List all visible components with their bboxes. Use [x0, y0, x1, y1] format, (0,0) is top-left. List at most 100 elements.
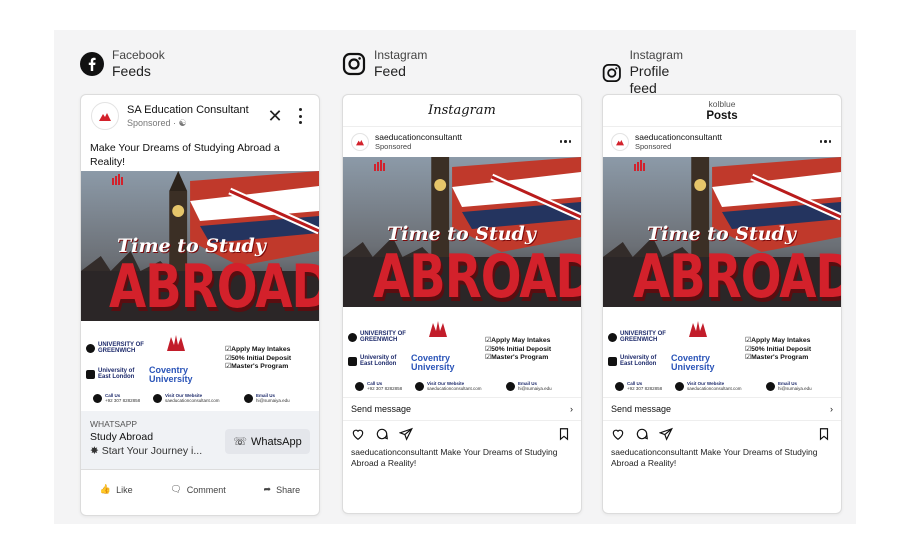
contact-call: Call Us +92 307 8282858: [93, 393, 140, 403]
send-message-bar[interactable]: Send message ›: [343, 397, 581, 421]
coventry-logo: Coventry University: [671, 353, 715, 372]
primary-text: Make Your Dreams of Studying Abroad a Re…: [90, 142, 280, 168]
brand-logo-icon: [99, 113, 111, 121]
university-crest-icon: [167, 335, 185, 351]
benefit-item: Apply May Intakes: [745, 337, 810, 344]
ad-creative[interactable]: Time to Study ABROAD UNIVERSITY OF GREEN…: [603, 157, 841, 397]
ad-creative[interactable]: Time to Study ABROAD UNIVERSITY OF GREEN…: [343, 157, 581, 397]
facebook-icon: [80, 52, 104, 76]
greenwich-logo: UNIVERSITY OF GREENWICH: [348, 331, 410, 343]
send-message-label: Send message: [351, 404, 412, 414]
page-name[interactable]: SA Education Consultant: [127, 104, 249, 117]
benefit-item: 50% Initial Deposit: [745, 346, 811, 353]
creative-big-title: ABROAD: [109, 252, 319, 322]
more-options-icon[interactable]: [819, 140, 831, 143]
comment-icon[interactable]: [635, 427, 649, 441]
benefit-item: Master's Program: [745, 354, 808, 361]
instagram-wordmark: Instagram: [428, 103, 496, 118]
ad-creative[interactable]: Time to Study ABROAD UNIVERSITY OF GREEN…: [81, 171, 319, 411]
whatsapp-button[interactable]: ☏ WhatsApp: [225, 429, 310, 454]
more-options-icon[interactable]: [297, 108, 303, 124]
ig-top-bar: Instagram: [343, 95, 581, 127]
page-avatar[interactable]: [351, 133, 369, 151]
contact-website: Visit Our Website saeducationconsultant.c…: [153, 393, 220, 403]
contact-call: Call Us +92 307 8282858: [615, 381, 662, 391]
page-avatar[interactable]: [91, 102, 119, 130]
send-message-label: Send message: [611, 404, 672, 414]
close-icon[interactable]: ✕: [267, 107, 283, 125]
benefit-item: 50% Initial Deposit: [485, 346, 551, 353]
fb-post-header: SA Education Consultant Sponsored · ☯ ✕: [81, 95, 319, 137]
uel-logo: University of East London: [348, 355, 410, 367]
cta-description: Start Your Journey i...: [101, 445, 203, 457]
more-options-icon[interactable]: [559, 140, 571, 143]
share-button[interactable]: ➦ Share: [264, 484, 301, 495]
instagram-icon: [342, 52, 366, 76]
bookmark-icon[interactable]: [557, 427, 571, 441]
sponsored-label: Sponsored: [635, 142, 672, 151]
benefit-item: Apply May Intakes: [485, 337, 550, 344]
platform-name: Instagram: [374, 48, 428, 62]
uel-logo: University of East London: [86, 368, 148, 380]
benefits-list: Apply May Intakes 50% Initial Deposit Ma…: [225, 346, 291, 372]
placement-name: Profile feed: [629, 63, 670, 96]
benefits-list: Apply May Intakes 50% Initial Deposit Ma…: [485, 337, 551, 363]
post-caption: saeducationconsultantt Make Your Dreams …: [343, 447, 581, 469]
heart-icon[interactable]: [611, 427, 625, 441]
benefit-item: Apply May Intakes: [225, 346, 290, 353]
benefit-item: Master's Program: [225, 363, 288, 370]
chevron-right-icon: ›: [830, 404, 833, 414]
benefit-item: Master's Program: [485, 354, 548, 361]
contact-email: Email Us hi@sumaiya.edu: [244, 393, 290, 403]
contact-website: Visit Our Website saeducationconsultant.c…: [415, 381, 482, 391]
account-handle[interactable]: saeducationconsultantt: [635, 132, 722, 142]
contact-email: Email Us hi@sumaiya.edu: [506, 381, 552, 391]
uel-logo: University of East London: [608, 355, 670, 367]
cta-bar[interactable]: WHATSAPP Study Abroad ✸ Start Your Journ…: [81, 411, 319, 469]
platform-name: Facebook: [112, 48, 165, 62]
send-icon[interactable]: [659, 427, 673, 441]
creative-big-title: ABROAD: [633, 242, 841, 312]
sparkle-icon: ✸: [90, 445, 99, 457]
university-crest-icon: [429, 321, 447, 337]
brand-logo-icon: [616, 140, 624, 146]
page-avatar[interactable]: [611, 133, 629, 151]
caption-username: saeducationconsultantt: [611, 447, 698, 457]
placement-header-instagram-feed: Instagram Feed: [342, 48, 427, 80]
instagram-feed-ad-card: Instagram saeducationconsultantt Sponsor…: [342, 94, 582, 514]
profile-username: kolblue: [708, 98, 736, 109]
contact-email: Email Us hi@sumaiya.edu: [766, 381, 812, 391]
platform-name: Instagram: [629, 48, 683, 62]
fb-action-bar: 👍 Like 🗨 Comment ➦ Share: [81, 469, 319, 509]
ig-post-header: saeducationconsultantt Sponsored: [343, 127, 581, 157]
facebook-ad-card: SA Education Consultant Sponsored · ☯ ✕ …: [80, 94, 320, 516]
globe-icon: ☯: [178, 117, 187, 128]
account-handle[interactable]: saeducationconsultantt: [375, 132, 462, 142]
send-icon[interactable]: [399, 427, 413, 441]
share-icon: ➦: [263, 484, 272, 494]
chevron-right-icon: ›: [570, 404, 573, 414]
comment-button[interactable]: 🗨 Comment: [170, 484, 225, 495]
brand-logo-icon: [112, 174, 123, 185]
bookmark-icon[interactable]: [817, 427, 831, 441]
placement-name: Feed: [374, 63, 406, 79]
placement-header-instagram-profile: Instagram Profile feed: [602, 48, 687, 97]
benefits-list: Apply May Intakes 50% Initial Deposit Ma…: [745, 337, 811, 363]
send-message-bar[interactable]: Send message ›: [603, 397, 841, 421]
university-crest-icon: [689, 321, 707, 337]
like-button[interactable]: 👍 Like: [100, 484, 133, 495]
comment-icon: 🗨: [170, 484, 182, 494]
comment-icon[interactable]: [375, 427, 389, 441]
sponsored-label: Sponsored ·: [127, 117, 179, 128]
ig-top-bar: kolblue Posts: [603, 95, 841, 127]
contact-website: Visit Our Website saeducationconsultant.c…: [675, 381, 742, 391]
brand-logo-icon: [374, 160, 385, 171]
ad-preview-stage: Facebook Feeds SA Education Consultant S…: [54, 30, 856, 524]
placement-header-facebook: Facebook Feeds: [80, 48, 165, 80]
posts-title: Posts: [706, 109, 738, 122]
instagram-icon: [602, 63, 621, 82]
creative-big-title: ABROAD: [373, 242, 581, 312]
heart-icon[interactable]: [351, 427, 365, 441]
ig-action-bar: [343, 421, 581, 447]
ig-post-header: saeducationconsultantt Sponsored: [603, 127, 841, 157]
